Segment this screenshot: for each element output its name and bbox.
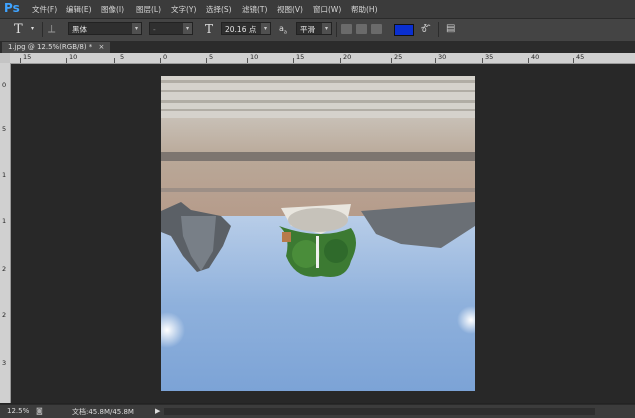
divider <box>336 22 337 37</box>
chevron-down-icon: ▾ <box>183 23 192 34</box>
antialias-icon-subscript: a <box>283 29 287 36</box>
align-left-icon[interactable] <box>341 24 352 34</box>
align-right-icon[interactable] <box>371 24 382 34</box>
divider <box>42 22 43 37</box>
align-center-icon[interactable] <box>356 24 367 34</box>
character-panel-icon[interactable]: ▤ <box>446 23 455 34</box>
text-orientation-icon[interactable]: ⟂ <box>48 22 55 36</box>
tool-preset-chevron-icon[interactable]: ▾ <box>31 25 34 32</box>
ruler-label: 25 <box>394 53 403 61</box>
close-icon[interactable]: × <box>99 43 105 51</box>
ruler-tick <box>340 58 341 63</box>
options-bar: T ▾ ⟂ 黑体 ▾ - ▾ T 20.16 点 ▾ aa 平滑 ▾ Ꮉ ▤ <box>0 19 635 42</box>
warp-text-icon[interactable]: Ꮉ <box>421 22 431 36</box>
menu-select[interactable]: 选择(S) <box>206 4 232 15</box>
chevron-down-icon: ▾ <box>132 23 141 34</box>
font-style-select[interactable]: - ▾ <box>149 22 193 35</box>
photoshop-logo: Ps <box>4 1 20 15</box>
ruler-label: 1 <box>2 171 7 179</box>
document-tab-bar: 1.jpg @ 12.5%(RGB/8) * × <box>0 42 635 53</box>
menu-bar: Ps 文件(F) 编辑(E) 图像(I) 图层(L) 文字(Y) 选择(S) 滤… <box>0 0 635 19</box>
ruler-tick <box>293 58 294 63</box>
font-family-select[interactable]: 黑体 ▾ <box>68 22 142 35</box>
ruler-label: 2 <box>2 311 7 319</box>
divider <box>438 22 439 37</box>
menu-edit[interactable]: 编辑(E) <box>66 4 92 15</box>
menu-help[interactable]: 帮助(H) <box>351 4 378 15</box>
ruler-label: 2 <box>2 265 7 273</box>
ruler-tick <box>528 58 529 63</box>
menu-layer[interactable]: 图层(L) <box>136 4 161 15</box>
menu-view[interactable]: 视图(V) <box>277 4 303 15</box>
status-menu-arrow-icon[interactable]: ▶ <box>155 407 160 415</box>
ruler-tick <box>206 58 207 63</box>
document-tab-title: 1.jpg @ 12.5%(RGB/8) * <box>8 43 93 51</box>
menu-file[interactable]: 文件(F) <box>32 4 57 15</box>
font-size-input[interactable]: 20.16 点 ▾ <box>221 22 271 35</box>
ruler-tick <box>391 58 392 63</box>
chevron-down-icon: ▾ <box>322 23 331 34</box>
font-family-value: 黑体 <box>72 25 87 34</box>
ruler-label: 15 <box>23 53 32 61</box>
menu-window[interactable]: 窗口(W) <box>313 4 341 15</box>
ruler-label: 30 <box>438 53 447 61</box>
ruler-tick <box>66 58 67 63</box>
ruler-tick <box>482 58 483 63</box>
ruler-label: 10 <box>69 53 78 61</box>
zoom-level[interactable]: 12.5% <box>7 407 29 415</box>
menu-image[interactable]: 图像(I) <box>101 4 124 15</box>
ruler-label: 35 <box>485 53 494 61</box>
menu-filter[interactable]: 滤镜(T) <box>242 4 267 15</box>
ruler-label: 20 <box>343 53 352 61</box>
text-color-swatch[interactable] <box>394 24 414 36</box>
ruler-tick <box>20 58 21 63</box>
ruler-label: 5 <box>120 53 125 61</box>
ruler-label: 0 <box>163 53 168 61</box>
ruler-label: 45 <box>576 53 585 61</box>
ruler-label: 5 <box>209 53 214 61</box>
ruler-label: 15 <box>296 53 305 61</box>
status-bar: 12.5% ◙ 文档:45.8M/45.8M ▶ <box>0 404 635 418</box>
document-tab[interactable]: 1.jpg @ 12.5%(RGB/8) * × <box>2 42 111 53</box>
type-tool-icon[interactable]: T <box>14 22 23 37</box>
chevron-down-icon: ▾ <box>261 23 270 34</box>
antialias-icon: aa <box>279 24 287 36</box>
ruler-left: 0 5 1 1 2 2 3 <box>0 63 11 403</box>
image-content <box>161 76 475 391</box>
ruler-tick <box>160 58 161 63</box>
font-size-value: 20.16 点 <box>225 25 257 34</box>
ruler-label: 10 <box>250 53 259 61</box>
antialias-value: 平滑 <box>300 25 315 34</box>
ruler-corner <box>0 53 10 63</box>
ruler-tick <box>573 58 574 63</box>
document-image[interactable] <box>161 76 475 391</box>
ruler-label: 0 <box>2 81 7 89</box>
antialias-select[interactable]: 平滑 ▾ <box>296 22 332 35</box>
ruler-label: 40 <box>531 53 540 61</box>
ruler-tick <box>247 58 248 63</box>
ruler-tick <box>435 58 436 63</box>
document-size: 文档:45.8M/45.8M <box>72 408 134 416</box>
status-options-icon[interactable]: ◙ <box>36 407 43 415</box>
ruler-label: 3 <box>2 359 7 367</box>
font-size-icon: T <box>205 22 214 36</box>
font-style-value: - <box>153 25 156 34</box>
menu-type[interactable]: 文字(Y) <box>171 4 196 15</box>
ruler-label: 5 <box>2 125 7 133</box>
ruler-tick <box>114 58 115 63</box>
ruler-label: 1 <box>2 217 7 225</box>
horizontal-scrollbar[interactable] <box>164 408 595 415</box>
ruler-top: 15 10 5 0 5 10 15 20 25 30 35 40 45 <box>10 53 635 64</box>
